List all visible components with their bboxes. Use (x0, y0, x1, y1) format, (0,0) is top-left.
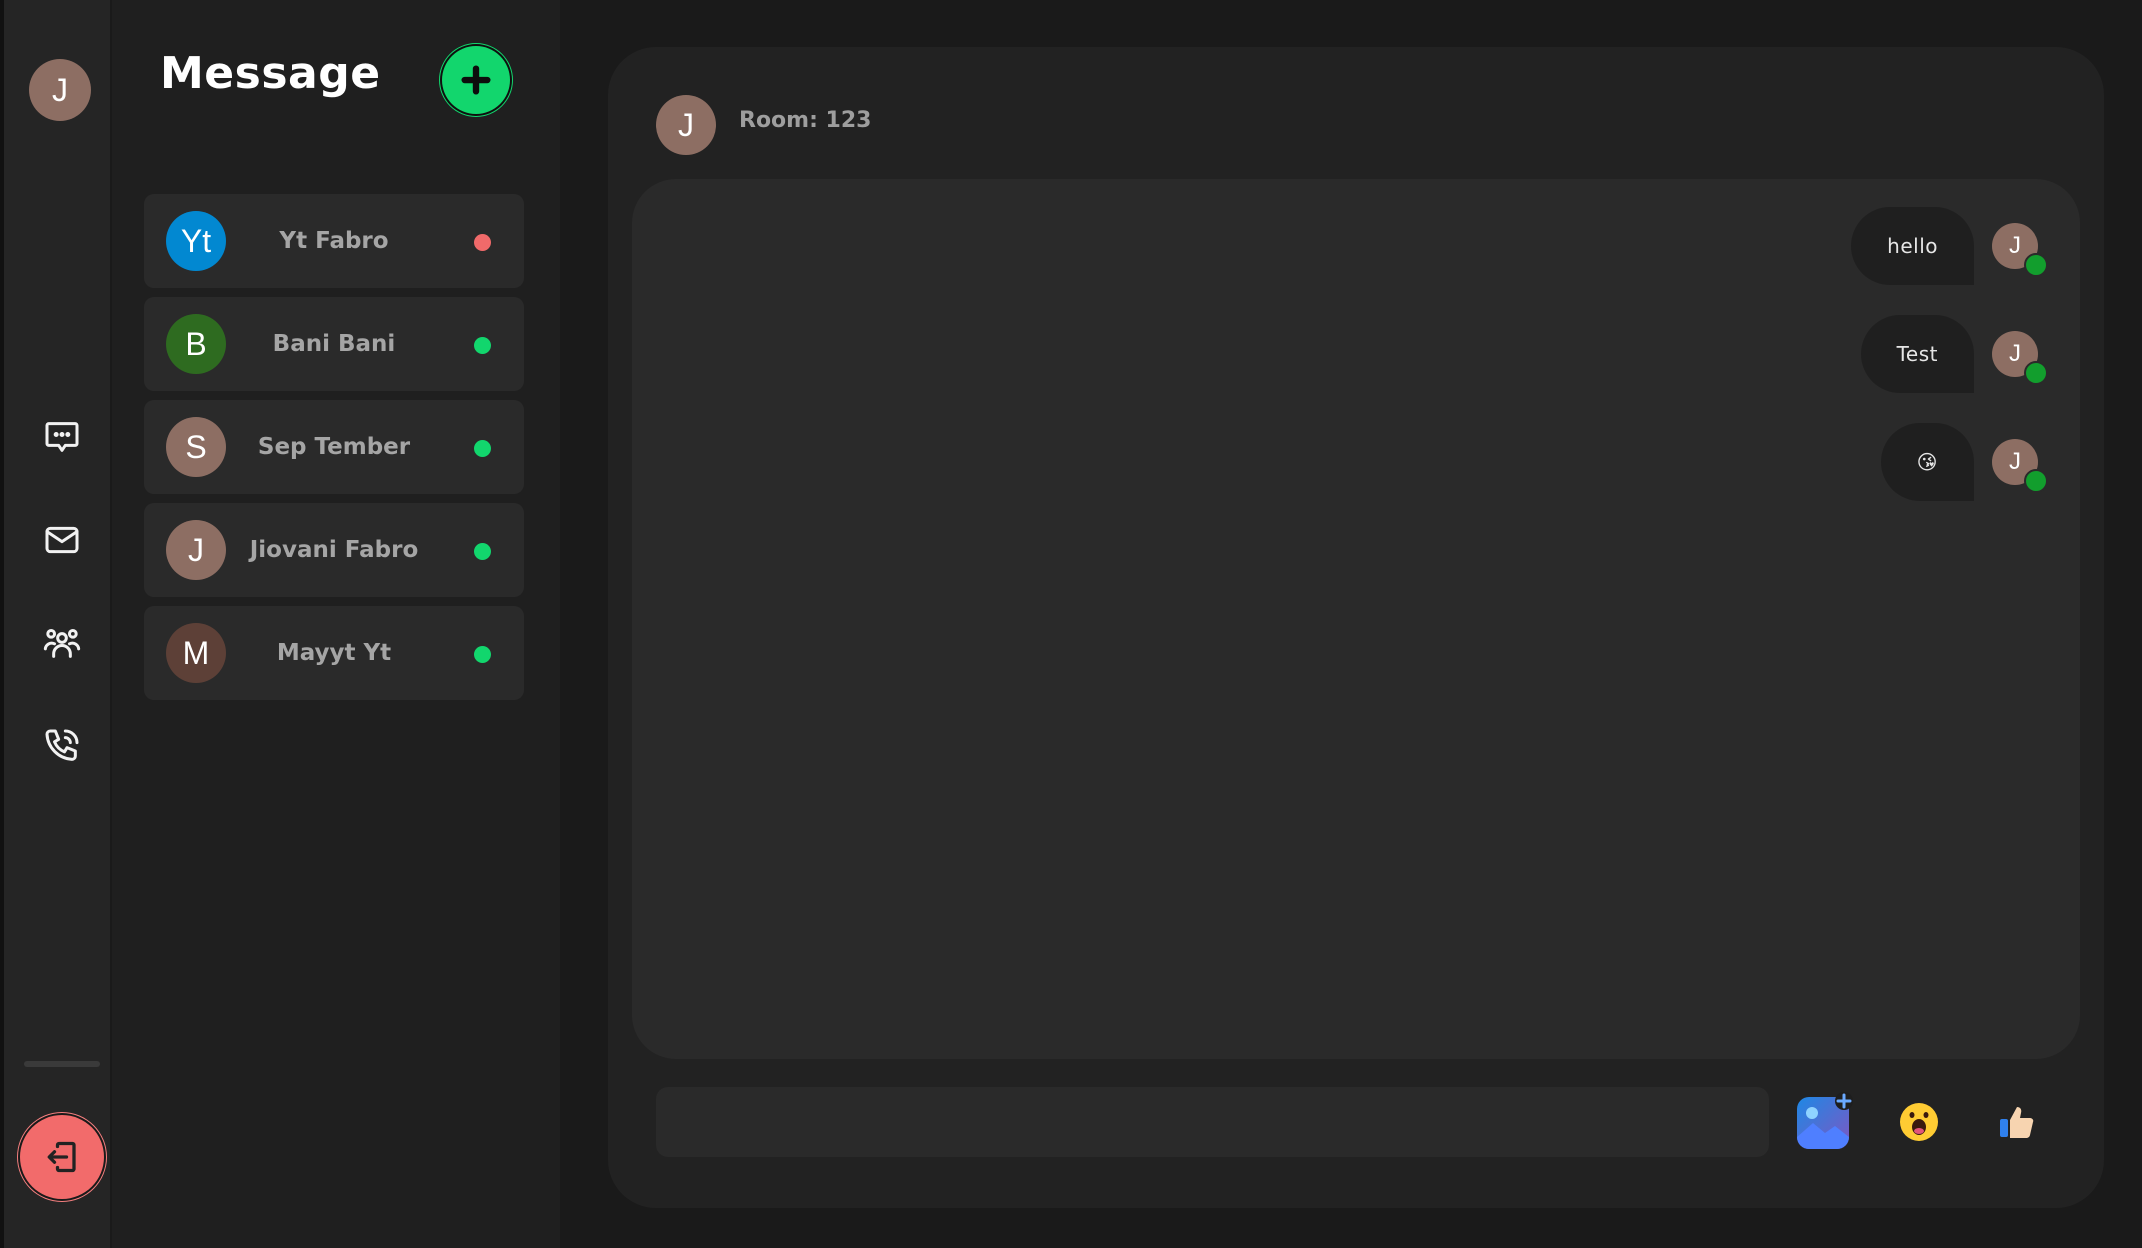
contact-item[interactable]: M Mayyt Yt (144, 606, 524, 700)
contact-avatar: B (166, 314, 226, 374)
chat-bubble-icon[interactable] (36, 411, 88, 463)
room-label: Room: 123 (739, 108, 872, 133)
message-row: 😘 J (1880, 423, 2048, 501)
thumbs-up-button[interactable] (1982, 1087, 2052, 1157)
contact-avatar: J (166, 520, 226, 580)
image-add-button[interactable] (1790, 1087, 1860, 1157)
sender-initial: J (2009, 448, 2021, 475)
status-dot (474, 646, 491, 663)
logout-icon (47, 1141, 76, 1173)
contact-item[interactable]: Yt Yt Fabro (144, 194, 524, 288)
contact-name: Bani Bani (272, 331, 396, 357)
message-row: hello J (1851, 207, 2048, 285)
contact-item[interactable]: S Sep Tember (144, 400, 524, 494)
contacts-panel: Message Yt Yt Fabro B Bani Bani S Sep Tember J… (112, 0, 560, 1248)
image-add-icon (1797, 1092, 1853, 1149)
sender-avatar: J (1992, 331, 2048, 385)
panel-title: Message (160, 48, 381, 99)
message-input[interactable] (656, 1087, 1769, 1157)
sender-avatar: J (1992, 223, 2048, 277)
status-dot (474, 440, 491, 457)
status-dot (474, 337, 491, 354)
contact-avatar: M (166, 623, 226, 683)
contact-avatar: Yt (166, 211, 226, 271)
online-indicator (2024, 253, 2048, 277)
emoji-icon (1900, 1103, 1938, 1141)
new-chat-button[interactable] (442, 46, 510, 114)
sender-avatar: J (1992, 439, 2048, 493)
contact-name: Yt Fabro (279, 228, 389, 254)
contact-avatar: S (166, 417, 226, 477)
logout-button[interactable] (22, 1117, 102, 1197)
message-row: Test J (1860, 315, 2048, 393)
contact-name: Sep Tember (257, 434, 411, 460)
phone-icon[interactable] (36, 720, 88, 772)
emoji-button[interactable] (1884, 1087, 1954, 1157)
thumbs-up-icon (2000, 1107, 2034, 1138)
contact-item[interactable]: J Jiovani Fabro (144, 503, 524, 597)
sender-initial: J (2009, 232, 2021, 259)
plus-icon (461, 65, 491, 95)
sender-initial: J (2009, 340, 2021, 367)
room-avatar: J (656, 95, 716, 155)
message-bubble[interactable]: 😘 (1880, 423, 1974, 501)
left-rail: J (0, 0, 110, 1248)
rail-divider (24, 1061, 100, 1067)
message-bubble[interactable]: hello (1851, 207, 1974, 285)
status-dot (474, 543, 491, 560)
mail-icon[interactable] (36, 514, 88, 566)
status-dot (474, 234, 491, 251)
contact-name: Mayyt Yt (276, 640, 392, 666)
contact-item[interactable]: B Bani Bani (144, 297, 524, 391)
message-area[interactable]: hello J Test J 😘 J (632, 179, 2080, 1059)
message-bubble[interactable]: Test (1860, 315, 1974, 393)
contact-name: Jiovani Fabro (249, 537, 419, 563)
users-icon[interactable] (36, 617, 88, 669)
chat-window: J Room: 123 hello J Test J 😘 J (608, 47, 2104, 1208)
online-indicator (2024, 361, 2048, 385)
profile-avatar[interactable]: J (29, 59, 91, 121)
online-indicator (2024, 469, 2048, 493)
